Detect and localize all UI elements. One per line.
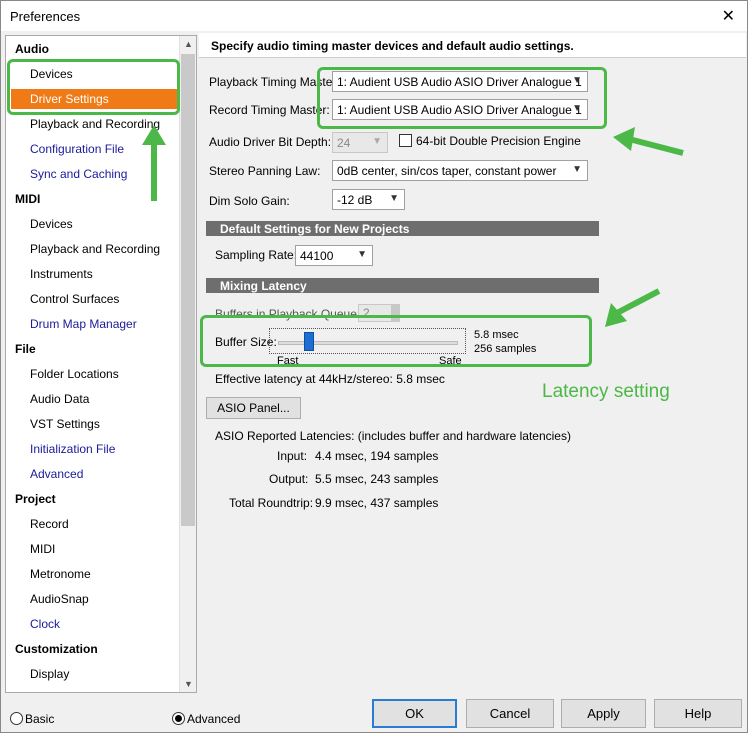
nav-item-metronome[interactable]: Metronome <box>30 567 91 581</box>
scroll-down-icon[interactable]: ▼ <box>180 676 196 692</box>
asio-panel-button[interactable]: ASIO Panel... <box>206 397 301 419</box>
input-latency-value: 4.4 msec, 194 samples <box>315 449 439 463</box>
chevron-down-icon: ▼ <box>389 193 399 204</box>
double-precision-label: 64-bit Double Precision Engine <box>416 134 581 148</box>
chevron-down-icon: ▼ <box>357 249 367 260</box>
nav-item-midi-playback-recording[interactable]: Playback and Recording <box>30 242 160 256</box>
nav-item-vst-settings[interactable]: VST Settings <box>30 417 100 431</box>
output-latency-label: Output: <box>269 472 309 486</box>
sampling-rate-label: Sampling Rate: <box>215 248 298 262</box>
cancel-button[interactable]: Cancel <box>466 699 554 728</box>
roundtrip-latency-label: Total Roundtrip: <box>229 496 314 510</box>
ok-button[interactable]: OK <box>372 699 457 728</box>
latency-setting-annotation: Latency setting <box>542 381 670 402</box>
record-master-label: Record Timing Master: <box>209 103 330 117</box>
panning-value: 0dB center, sin/cos taper, constant powe… <box>337 164 557 178</box>
nav-item-audio-data[interactable]: Audio Data <box>30 392 89 406</box>
double-precision-checkbox[interactable] <box>399 134 412 147</box>
bit-depth-label: Audio Driver Bit Depth: <box>209 135 332 149</box>
nav-item-project-midi[interactable]: MIDI <box>30 542 55 556</box>
panning-dropdown[interactable]: 0dB center, sin/cos taper, constant powe… <box>332 160 588 181</box>
basic-radio[interactable] <box>10 712 23 725</box>
advanced-label: Advanced <box>187 712 241 726</box>
nav-item-initialization-file[interactable]: Initialization File <box>30 442 115 456</box>
nav-scrollbar[interactable]: ▲ ▼ <box>179 36 196 692</box>
title-bar: Preferences ✕ <box>1 1 747 31</box>
input-latency-label: Input: <box>277 449 308 463</box>
sampling-rate-dropdown[interactable]: 44100 ▼ <box>295 245 373 266</box>
nav-category-file[interactable]: File <box>15 342 36 356</box>
nav-category-midi[interactable]: MIDI <box>15 192 40 206</box>
roundtrip-latency-value: 9.9 msec, 437 samples <box>315 496 439 510</box>
panel-header: Specify audio timing master devices and … <box>199 33 746 58</box>
bit-depth-dropdown[interactable]: 24 ▼ <box>332 132 388 153</box>
scroll-thumb[interactable] <box>181 54 195 526</box>
advanced-radio[interactable] <box>172 712 185 725</box>
dim-solo-label: Dim Solo Gain: <box>209 194 290 208</box>
sampling-rate-value: 44100 <box>300 249 334 263</box>
nav-item-configuration-file[interactable]: Configuration File <box>30 142 124 156</box>
apply-button[interactable]: Apply <box>561 699 646 728</box>
dialog-footer: Basic Advanced OK Cancel Apply Help <box>1 696 747 733</box>
output-latency-value: 5.5 msec, 243 samples <box>315 472 439 486</box>
nav-item-audiosnap[interactable]: AudioSnap <box>30 592 89 606</box>
arrow-left-icon <box>613 127 684 156</box>
dim-solo-value: -12 dB <box>337 193 373 207</box>
nav-category-customization[interactable]: Customization <box>15 642 98 656</box>
nav-category-project[interactable]: Project <box>15 492 56 506</box>
chevron-down-icon: ▼ <box>372 136 382 147</box>
nav-category-audio[interactable]: Audio <box>15 42 49 56</box>
close-icon[interactable]: ✕ <box>722 6 735 26</box>
nav-item-midi-devices[interactable]: Devices <box>30 217 73 231</box>
dim-solo-dropdown[interactable]: -12 dB ▼ <box>332 189 405 210</box>
nav-item-instruments[interactable]: Instruments <box>30 267 93 281</box>
nav-item-display[interactable]: Display <box>30 667 69 681</box>
nav-item-drum-map-manager[interactable]: Drum Map Manager <box>30 317 137 331</box>
preferences-window: Preferences ✕ Audio Devices Driver Setti… <box>0 0 748 733</box>
nav-item-record[interactable]: Record <box>30 517 69 531</box>
chevron-down-icon: ▼ <box>572 164 582 175</box>
bit-depth-value: 24 <box>337 136 351 150</box>
scroll-up-icon[interactable]: ▲ <box>180 36 196 52</box>
nav-item-advanced[interactable]: Advanced <box>30 467 83 481</box>
window-title: Preferences <box>10 9 81 24</box>
defaults-section-header: Default Settings for New Projects <box>206 221 599 236</box>
panning-label: Stereo Panning Law: <box>209 164 321 178</box>
nav-item-control-surfaces[interactable]: Control Surfaces <box>30 292 119 306</box>
nav-item-sync-caching[interactable]: Sync and Caching <box>30 167 127 181</box>
highlight-timing-masters <box>317 67 607 129</box>
highlight-buffer-size <box>200 315 592 367</box>
panel-header-text: Specify audio timing master devices and … <box>211 39 574 53</box>
help-button[interactable]: Help <box>654 699 742 728</box>
highlight-driver-settings <box>7 59 180 115</box>
latency-section-header: Mixing Latency <box>206 278 599 293</box>
reported-latencies-heading: ASIO Reported Latencies: (includes buffe… <box>215 429 571 443</box>
effective-latency: Effective latency at 44kHz/stereo: 5.8 m… <box>215 372 445 386</box>
nav-item-clock[interactable]: Clock <box>30 617 60 631</box>
basic-label: Basic <box>25 712 55 726</box>
arrow-down-left-icon <box>605 288 661 327</box>
arrow-up-icon <box>142 125 166 201</box>
nav-item-folder-locations[interactable]: Folder Locations <box>30 367 119 381</box>
